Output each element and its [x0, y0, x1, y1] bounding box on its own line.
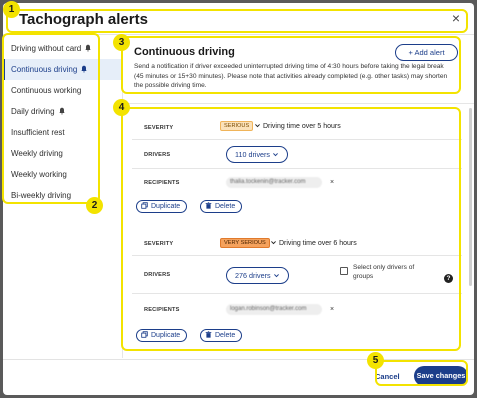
remove-recipient-icon[interactable]: ×	[328, 306, 336, 314]
severity-badge: SERIOUS	[220, 121, 254, 131]
severity-label: SEVERITY	[144, 241, 174, 247]
tachograph-alerts-modal: Tachograph alerts × Driving without card…	[3, 3, 474, 395]
chevron-down-icon	[255, 124, 260, 128]
trash-icon	[205, 331, 212, 338]
remove-recipient-icon[interactable]: ×	[328, 179, 336, 187]
cancel-button[interactable]: Cancel	[375, 372, 400, 381]
duplicate-button[interactable]: Duplicate	[136, 200, 188, 213]
drivers-row: DRIVERS 276 drivers Select only drivers …	[132, 256, 462, 294]
sidebar-item-label: Insufficient rest	[11, 128, 65, 137]
help-icon[interactable]: ?	[444, 274, 453, 283]
drivers-value: 276 drivers	[235, 271, 271, 280]
drivers-label: DRIVERS	[144, 272, 171, 278]
chevron-down-icon	[273, 274, 279, 278]
severity-row: SEVERITY SERIOUS Driving time over 5 hou…	[132, 112, 462, 140]
save-changes-button[interactable]: Save changes	[414, 366, 468, 386]
drivers-select-button[interactable]: 110 drivers	[226, 146, 289, 163]
annotation-badge-1: 1	[3, 1, 20, 18]
severity-text: Driving time over 5 hours	[262, 123, 341, 130]
delete-label: Delete	[215, 203, 236, 210]
alerts-list[interactable]: SEVERITY SERIOUS Driving time over 5 hou…	[124, 103, 474, 358]
duplicate-label: Duplicate	[151, 332, 181, 339]
copy-icon	[141, 202, 148, 209]
drivers-row: DRIVERS 110 drivers	[132, 140, 462, 169]
bell-icon	[58, 107, 65, 115]
only-group-drivers-checkbox[interactable]	[340, 267, 348, 275]
bell-icon	[85, 44, 92, 52]
recipients-label: RECIPIENTS	[144, 180, 180, 186]
drivers-label: DRIVERS	[144, 152, 171, 158]
section-header: Continuous driving + Add alert Send a no…	[124, 36, 474, 102]
recipient-chip: thalia.tockenin@tracker.com	[226, 177, 322, 188]
chevron-down-icon	[271, 241, 276, 245]
annotation-badge-3: 3	[113, 34, 130, 51]
delete-button[interactable]: Delete	[200, 200, 243, 213]
add-alert-button[interactable]: + Add alert	[395, 44, 458, 61]
duplicate-label: Duplicate	[151, 203, 181, 210]
sidebar-item-label: Daily driving	[11, 107, 55, 116]
bell-icon	[81, 65, 88, 73]
sidebar-item-bi-weekly-driving[interactable]: Bi-weekly driving	[3, 185, 122, 206]
sidebar-item-label: Continuous working	[11, 86, 82, 95]
severity-row: SEVERITY VERY SERIOUS Driving time over …	[132, 232, 462, 256]
severity-text: Driving time over 6 hours	[278, 240, 357, 247]
drivers-value: 110 drivers	[235, 150, 271, 159]
only-group-drivers-label: Select only drivers of groups	[353, 264, 415, 280]
severity-select[interactable]: Driving time over 5 hours	[254, 122, 341, 130]
modal-header: Tachograph alerts ×	[3, 3, 474, 35]
sidebar-item-insufficient-rest[interactable]: Insufficient rest	[3, 122, 122, 143]
severity-select[interactable]: Driving time over 6 hours	[270, 239, 357, 247]
section-title: Continuous driving	[134, 46, 235, 58]
modal-footer: Cancel Save changes	[3, 359, 474, 395]
sidebar-item-driving-without-card[interactable]: Driving without card	[3, 38, 122, 59]
recipients-row: RECIPIENTS thalia.tockenin@tracker.com ×…	[132, 169, 462, 225]
trash-icon	[205, 202, 212, 209]
delete-button[interactable]: Delete	[200, 329, 243, 342]
alert-type-sidebar: Driving without card Continuous driving …	[3, 36, 123, 358]
annotation-badge-2: 2	[86, 197, 103, 214]
scrollbar[interactable]	[469, 108, 472, 286]
copy-icon	[141, 331, 148, 338]
sidebar-item-label: Bi-weekly driving	[11, 191, 72, 200]
close-icon[interactable]: ×	[448, 10, 464, 26]
duplicate-button[interactable]: Duplicate	[136, 329, 188, 342]
sidebar-item-weekly-driving[interactable]: Weekly driving	[3, 143, 122, 164]
drivers-select-button[interactable]: 276 drivers	[226, 267, 289, 284]
sidebar-item-weekly-working[interactable]: Weekly working	[3, 164, 122, 185]
sidebar-item-label: Weekly driving	[11, 149, 63, 158]
recipients-row: RECIPIENTS logan.robinson@tracker.com × …	[132, 294, 462, 354]
chevron-down-icon	[273, 153, 278, 157]
sidebar-item-label: Continuous driving	[11, 65, 78, 74]
delete-label: Delete	[215, 332, 236, 339]
recipient-chip: logan.robinson@tracker.com	[226, 304, 322, 315]
modal-title: Tachograph alerts	[19, 11, 148, 28]
sidebar-item-daily-driving[interactable]: Daily driving	[3, 101, 122, 122]
annotation-badge-5: 5	[367, 352, 384, 369]
sidebar-item-continuous-working[interactable]: Continuous working	[3, 80, 122, 101]
severity-badge: VERY SERIOUS	[220, 238, 270, 248]
sidebar-item-label: Driving without card	[11, 44, 82, 53]
recipients-label: RECIPIENTS	[144, 307, 180, 313]
severity-label: SEVERITY	[144, 125, 174, 131]
annotation-badge-4: 4	[113, 99, 130, 116]
section-description: Send a notification if driver exceeded u…	[134, 63, 448, 90]
sidebar-item-continuous-driving[interactable]: Continuous driving	[3, 59, 122, 80]
sidebar-item-label: Weekly working	[11, 170, 67, 179]
